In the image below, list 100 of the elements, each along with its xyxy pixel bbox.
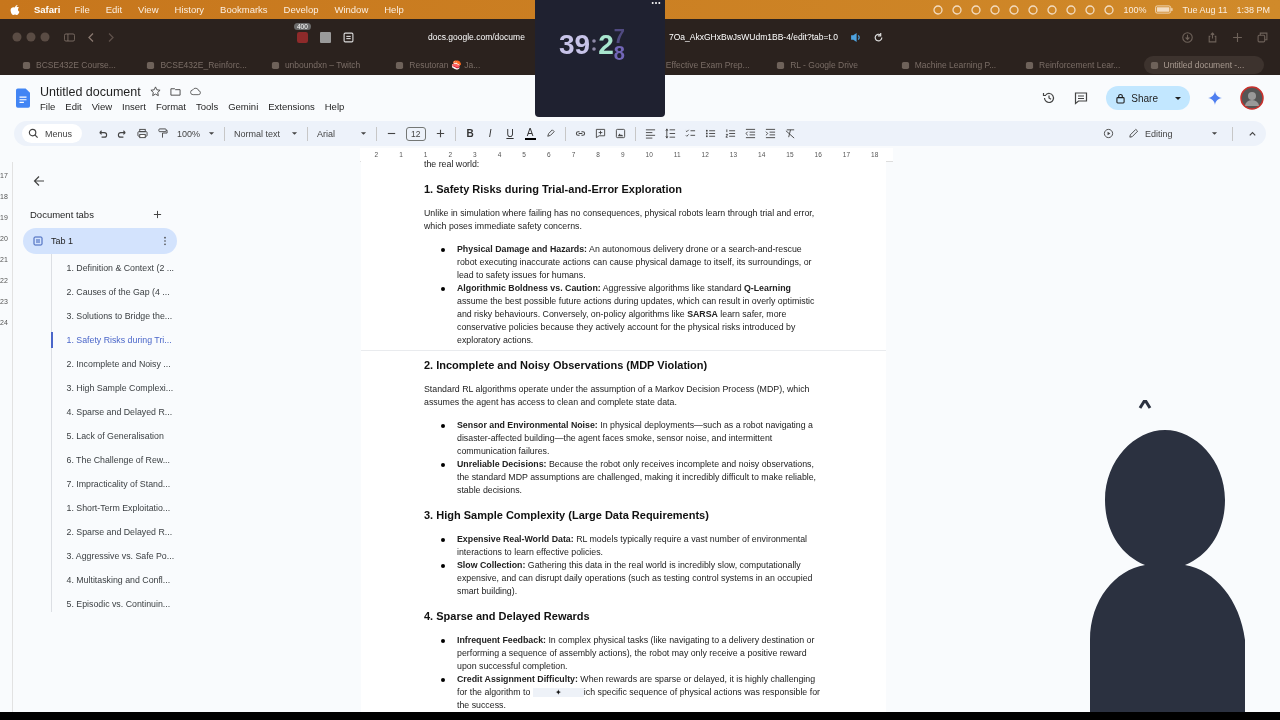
caret-icon[interactable] [1174,95,1182,101]
paragraph: Standard RL algorithms operate under the assumption of a Markov Decision Process (MDP), which assumes the agent has access to clean and complete state data. [424,383,811,409]
bullet-text: Physical Damage and Hazards: An autonomous delivery drone or a search-and-rescue robot executing inaccurate actions can cause physical damage to itself, its surroundings, or lead to safety issues for humans. [457,243,813,282]
back-arrow-icon[interactable] [33,175,45,187]
cloud-icon[interactable] [189,86,201,97]
speaker-icon[interactable] [849,31,861,43]
download-icon[interactable] [1182,31,1193,43]
outline-item[interactable]: 3. Aggressive vs. Safe Po... [50,548,222,564]
font-dropdown[interactable]: Arial [317,128,368,139]
docs-logo-icon[interactable] [16,88,30,108]
bullet-icon [441,248,445,252]
outline-item[interactable]: 2. Incomplete and Noisy ... [50,356,222,372]
favicon-icon [22,60,31,70]
format-button[interactable]: A [524,127,536,140]
undo-icon[interactable] [97,128,108,139]
outline-item[interactable]: 1. Definition & Context (2 ... [50,260,222,276]
avatar-icon[interactable] [1240,86,1264,110]
address-text[interactable]: docs.google.com/docume [428,32,528,42]
favicon-icon [776,60,786,70]
redo-icon[interactable] [117,128,128,139]
more-icon[interactable] [651,1,661,5]
star-icon[interactable] [149,86,161,97]
outline-item[interactable]: 1. Safety Risks during Tri... [50,332,222,348]
apple-logo-icon[interactable] [10,3,20,16]
new-tab-icon[interactable] [1232,31,1243,43]
menu-item[interactable]: Format [155,100,186,112]
address-text[interactable]: 7Oa_AkxGHxBwJsWUdm1BB-4/edit?tab=t.0 [669,32,838,42]
numbered-list-icon[interactable] [724,128,736,139]
tab-overview-icon[interactable] [1257,31,1268,43]
mode-icon[interactable] [1103,128,1114,139]
menu-item[interactable]: Tools [195,100,219,112]
caret-icon [291,131,299,136]
outline-item[interactable]: 3. Solutions to Bridge the... [50,308,222,324]
print-icon[interactable] [137,128,148,139]
format-button[interactable]: B [464,128,476,139]
format-button[interactable]: U [504,128,516,139]
sidebar-heading: Document tabs [30,209,94,220]
favicon-icon [270,60,280,70]
outline-item[interactable]: 6. The Challenge of Rew... [50,452,222,468]
reload-icon[interactable] [872,31,884,43]
add-comment-icon[interactable] [594,128,606,139]
share-icon[interactable] [1207,31,1218,43]
link-icon[interactable] [574,128,586,139]
editing-mode-dropdown[interactable]: Editing [1128,128,1218,139]
menu-item[interactable]: File [40,100,56,112]
outline-item[interactable]: 2. Causes of the Gap (4 ... [50,284,222,300]
gemini-icon[interactable] [1208,91,1222,105]
outline-item[interactable]: 4. Multitasking and Confl... [50,572,222,588]
document-tab[interactable]: Tab 1 [23,228,177,254]
outline-item[interactable]: 4. Sparse and Delayed R... [50,404,222,420]
timer-minutes: 39 [559,29,591,61]
share-button[interactable]: Share [1106,86,1190,110]
history-icon[interactable] [1042,91,1057,105]
browser-tab[interactable]: Untitled document -... [1143,56,1264,74]
menu-item[interactable]: Extensions [268,100,315,112]
section-heading: 4. Sparse and Delayed Rewards [424,610,591,622]
outline-item[interactable]: 5. Lack of Generalisation [50,428,222,444]
clear-formatting-icon[interactable] [784,128,796,139]
outline-item[interactable]: 2. Sparse and Delayed R... [50,524,222,540]
sparkle-chip[interactable]: ✦ [532,688,584,697]
menu-item[interactable]: Edit [65,100,82,112]
checklist-icon[interactable] [684,128,696,139]
format-button[interactable]: I [484,128,496,139]
bullet-icon [441,538,445,542]
folder-icon[interactable] [169,86,181,97]
add-tab-icon[interactable] [153,210,162,219]
menu-item[interactable]: View [91,100,113,112]
line-spacing-icon[interactable] [664,128,676,139]
menu-item[interactable]: Insert [122,100,146,112]
outline-item[interactable]: 7. Impracticality of Stand... [50,476,222,492]
timer-seconds-tens: 2 [598,29,614,61]
extension-icon[interactable] [320,31,331,43]
menu-item[interactable]: Gemini [228,100,259,112]
document-icon [33,236,43,246]
document-title[interactable]: Untitled document [40,84,141,99]
image-icon[interactable] [614,128,626,139]
reader-icon[interactable] [343,31,354,43]
paint-format-icon[interactable] [157,128,168,139]
paragraph: Unlike in simulation where failing has no consequences, physical robots learn through trial and error, which poses immediate safety concerns. [424,207,816,233]
outline-item[interactable]: 1. Short-Term Exploitatio... [50,500,222,516]
outline-item[interactable]: 3. High Sample Complexi... [50,380,222,396]
back-icon[interactable] [87,31,95,43]
zoom-dropdown[interactable]: 100% [177,128,216,139]
bullet-text: Sensor and Environmental Noise: In physical deployments—such as a robot navigating a disaster-affected building—the agent faces smoke, sensor noise, and intermittent communication failures. [457,419,814,458]
section-heading: 1. Safety Risks during Trial-and-Error Exploration [424,183,683,195]
menu-item[interactable]: Help [324,100,345,112]
align-icon[interactable] [644,128,656,139]
comment-icon[interactable] [1074,91,1089,105]
outline-item[interactable]: 5. Episodic vs. Continuin... [50,596,222,612]
favicon-icon [395,60,405,70]
sidebar-icon[interactable] [64,31,75,43]
bulleted-list-icon[interactable] [704,128,716,139]
increase-indent-icon[interactable] [764,128,776,139]
menus-search[interactable]: Menus [22,124,82,143]
font-size-field[interactable]: 12 [406,126,426,141]
style-dropdown[interactable]: Normal text [234,128,299,139]
plus-icon[interactable] [434,128,446,139]
decrease-indent-icon[interactable] [744,128,756,139]
section-heading: 2. Incomplete and Noisy Observations (MDP Violation) [424,359,709,371]
highlighter-icon[interactable] [544,128,556,139]
